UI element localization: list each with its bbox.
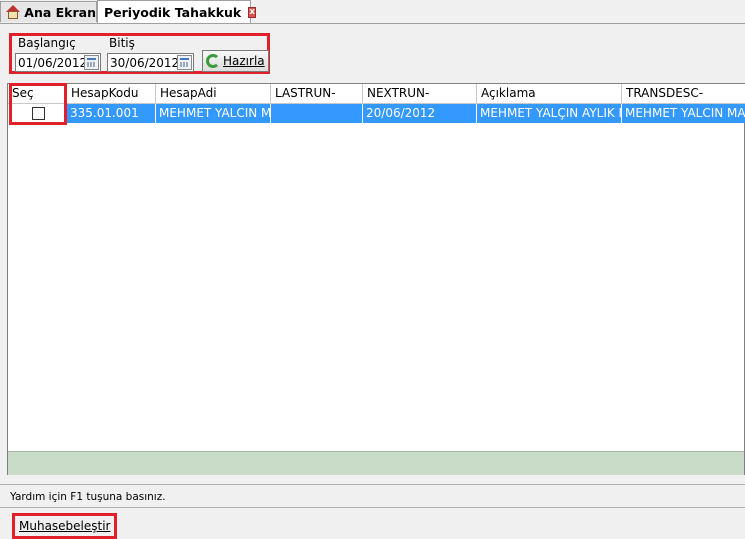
data-grid: Seç HesapKodu HesapAdi LASTRUN- NEXTRUN-… bbox=[7, 83, 745, 475]
refresh-icon bbox=[206, 54, 220, 68]
tab-label: Ana Ekran bbox=[24, 4, 96, 20]
tab-periyodik-tahakkuk[interactable]: Periyodik Tahakkuk x bbox=[97, 0, 257, 23]
tab-bar: Ana Ekran Periyodik Tahakkuk x bbox=[0, 0, 745, 24]
date-filter-panel: Başlangıç Bitiş 01/06/2012 30/06/2012 Ha… bbox=[9, 33, 270, 74]
status-bar: Yardım için F1 tuşuna basınız. bbox=[0, 484, 745, 508]
post-button-highlight: Muhasebeleştir bbox=[12, 513, 117, 539]
grid-header: Seç HesapKodu HesapAdi LASTRUN- NEXTRUN-… bbox=[8, 84, 745, 104]
start-date-input[interactable]: 01/06/2012 bbox=[15, 53, 101, 72]
cell-transdesc: MEHMET YALCIN MA bbox=[622, 104, 745, 123]
calendar-icon[interactable] bbox=[177, 55, 192, 70]
grid-footer bbox=[8, 451, 744, 475]
select-column-highlight bbox=[9, 83, 67, 125]
start-date-value: 01/06/2012 bbox=[18, 55, 88, 70]
column-header-lastrun[interactable]: LASTRUN- bbox=[271, 84, 363, 103]
cell-nextrun: 20/06/2012 bbox=[363, 104, 477, 123]
end-date-label: Bitiş bbox=[109, 36, 135, 50]
column-header-hesapadi[interactable]: HesapAdi bbox=[156, 84, 271, 103]
cell-lastrun bbox=[271, 104, 363, 123]
cell-aciklama: MEHMET YALÇIN AYLIK M bbox=[477, 104, 622, 123]
tab-ana-ekran[interactable]: Ana Ekran bbox=[0, 1, 97, 22]
start-date-label: Başlangıç bbox=[18, 36, 76, 50]
cell-hesapkodu: 335.01.001 bbox=[67, 104, 156, 123]
column-header-transdesc[interactable]: TRANSDESC- bbox=[622, 84, 745, 103]
prepare-button[interactable]: Hazırla bbox=[202, 50, 269, 72]
prepare-button-label: Hazırla bbox=[223, 54, 265, 68]
end-date-value: 30/06/2012 bbox=[110, 55, 180, 70]
column-header-nextrun[interactable]: NEXTRUN- bbox=[363, 84, 477, 103]
close-icon[interactable]: x bbox=[248, 6, 257, 18]
cell-hesapadi: MEHMET YALCIN MA bbox=[156, 104, 271, 123]
column-header-aciklama[interactable]: Açıklama bbox=[477, 84, 622, 103]
post-button[interactable]: Muhasebeleştir bbox=[19, 519, 111, 533]
home-icon bbox=[6, 5, 20, 19]
tab-label: Periyodik Tahakkuk bbox=[104, 4, 242, 20]
table-row[interactable]: 335.01.001 MEHMET YALCIN MA 20/06/2012 M… bbox=[67, 104, 745, 123]
end-date-input[interactable]: 30/06/2012 bbox=[107, 53, 194, 72]
column-header-hesapkodu[interactable]: HesapKodu bbox=[67, 84, 156, 103]
calendar-icon[interactable] bbox=[84, 55, 99, 70]
